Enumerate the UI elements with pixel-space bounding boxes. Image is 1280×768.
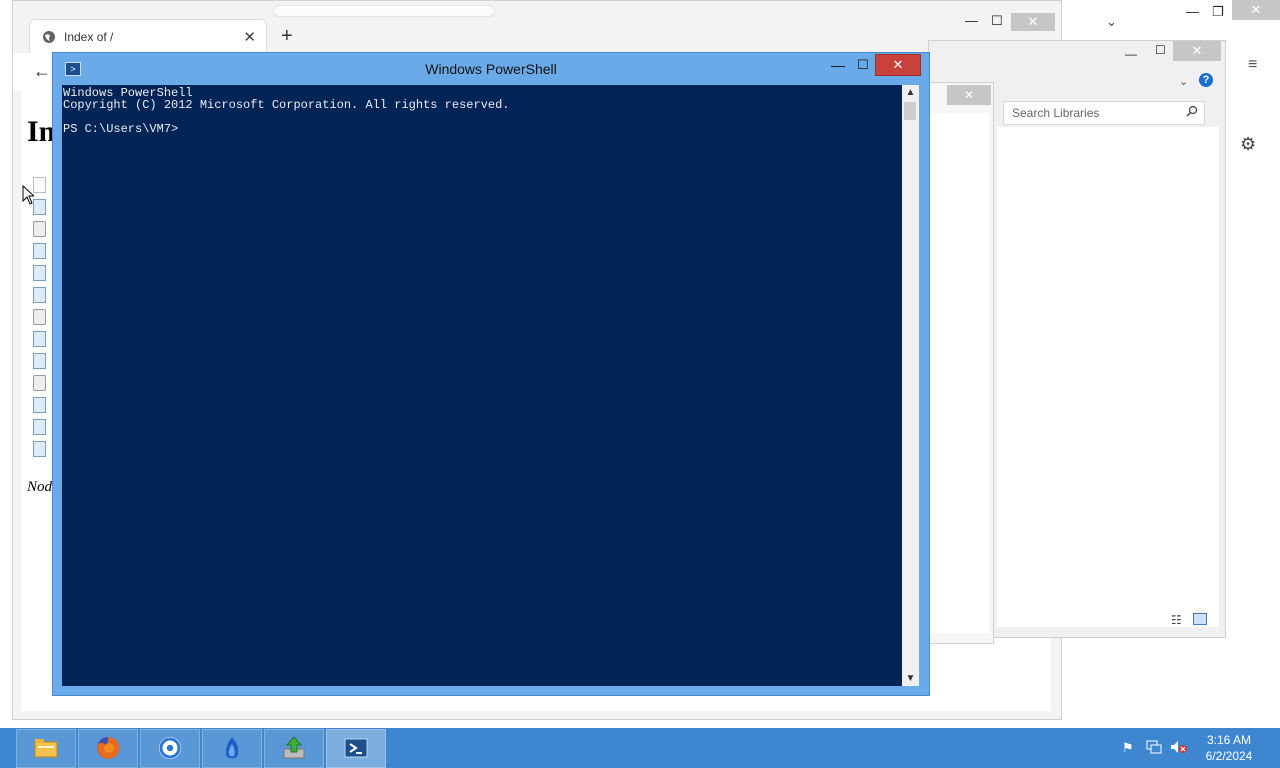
browser-close-button[interactable]: ✕ bbox=[1011, 13, 1055, 31]
file-icon[interactable] bbox=[33, 265, 46, 281]
taskbar-installer[interactable] bbox=[264, 729, 324, 768]
clock-date: 6/2/2024 bbox=[1205, 749, 1253, 763]
outer-close-button[interactable]: ✕ bbox=[1232, 0, 1280, 20]
vertical-scrollbar[interactable]: ▲ ▼ bbox=[902, 85, 919, 686]
system-clock[interactable]: 3:16 AM 6/2/2024 bbox=[1190, 732, 1268, 764]
volume-muted-icon[interactable] bbox=[1170, 740, 1188, 754]
background-window-content bbox=[929, 113, 989, 633]
file-icon[interactable] bbox=[33, 419, 46, 435]
close-button[interactable]: ✕ bbox=[875, 54, 921, 76]
libraries-close-button[interactable]: ✕ bbox=[1173, 41, 1221, 61]
file-icon[interactable] bbox=[33, 353, 46, 369]
search-icon bbox=[1186, 105, 1198, 117]
chevron-down-icon[interactable]: ⌄ bbox=[1106, 14, 1117, 30]
scroll-down-icon[interactable]: ▼ bbox=[902, 673, 919, 684]
background-window-close-button[interactable]: ✕ bbox=[947, 85, 991, 105]
taskbar: ⚑ 3:16 AM 6/2/2024 bbox=[0, 728, 1280, 768]
taskbar-chrome[interactable] bbox=[140, 729, 200, 768]
console-output: Windows PowerShell Copyright (C) 2012 Mi… bbox=[63, 86, 510, 136]
search-libraries-input[interactable]: Search Libraries bbox=[1003, 101, 1205, 125]
gear-file-icon[interactable] bbox=[33, 309, 46, 325]
globe-icon bbox=[43, 31, 55, 43]
taskbar-firefox[interactable] bbox=[78, 729, 138, 768]
file-icon[interactable] bbox=[33, 199, 46, 215]
powershell-window: > Windows PowerShell — ☐ ✕ Windows Power… bbox=[52, 52, 930, 696]
gear-file-icon[interactable] bbox=[33, 221, 46, 237]
large-icons-view-icon[interactable] bbox=[1193, 613, 1207, 625]
outer-maximize-button[interactable]: ❐ bbox=[1212, 4, 1224, 20]
network-icon[interactable] bbox=[1146, 740, 1162, 754]
action-center-flag-icon[interactable]: ⚑ bbox=[1122, 740, 1134, 756]
blue-flame-icon bbox=[225, 737, 239, 759]
page-footer: Nod bbox=[27, 479, 53, 495]
back-button[interactable]: ← bbox=[33, 61, 51, 82]
gear-icon[interactable]: ⚙ bbox=[1240, 134, 1256, 155]
scrollbar-thumb[interactable] bbox=[904, 102, 916, 120]
tab-index-of[interactable]: Index of / ✕ bbox=[29, 19, 267, 54]
console-area[interactable]: Windows PowerShell Copyright (C) 2012 Mi… bbox=[62, 85, 902, 686]
libraries-maximize-button[interactable]: ☐ bbox=[1155, 43, 1166, 57]
powershell-icon bbox=[344, 738, 368, 758]
ribbon-expand-icon[interactable]: ⌄ bbox=[1179, 75, 1188, 88]
file-icon[interactable] bbox=[33, 331, 46, 347]
help-icon[interactable]: ? bbox=[1199, 73, 1213, 87]
folder-icon bbox=[34, 739, 58, 758]
file-icon[interactable] bbox=[33, 287, 46, 303]
menu-icon[interactable]: ≡ bbox=[1248, 56, 1257, 74]
green-arrow-icon bbox=[283, 736, 305, 759]
libraries-content bbox=[997, 127, 1219, 627]
maximize-button[interactable]: ☐ bbox=[857, 57, 869, 73]
file-icon[interactable] bbox=[33, 441, 46, 457]
file-icon[interactable] bbox=[33, 397, 46, 413]
taskbar-app[interactable] bbox=[202, 729, 262, 768]
clock-time: 3:16 AM bbox=[1206, 733, 1252, 747]
taskbar-file-explorer[interactable] bbox=[16, 729, 76, 768]
taskbar-powershell[interactable] bbox=[326, 729, 386, 768]
libraries-minimize-button[interactable]: — bbox=[1125, 47, 1137, 61]
browser-maximize-button[interactable]: ☐ bbox=[991, 13, 1003, 29]
background-tab[interactable] bbox=[273, 5, 495, 17]
details-view-icon[interactable]: ☷ bbox=[1171, 613, 1182, 627]
file-icon[interactable] bbox=[33, 177, 46, 193]
outer-minimize-button[interactable]: — bbox=[1186, 4, 1199, 19]
minimize-button[interactable]: — bbox=[831, 57, 845, 73]
tab-title: Index of / bbox=[64, 30, 114, 44]
chrome-icon bbox=[159, 737, 181, 759]
firefox-icon bbox=[97, 736, 120, 759]
gear-file-icon[interactable] bbox=[33, 375, 46, 391]
tab-close-button[interactable]: ✕ bbox=[243, 28, 256, 46]
new-tab-button[interactable]: + bbox=[281, 25, 293, 48]
background-window: ✕ bbox=[928, 82, 994, 644]
file-icon[interactable] bbox=[33, 243, 46, 259]
window-title: Windows PowerShell bbox=[425, 61, 557, 77]
mouse-cursor-icon bbox=[22, 185, 34, 205]
search-placeholder: Search Libraries bbox=[1012, 106, 1100, 120]
browser-minimize-button[interactable]: — bbox=[965, 13, 978, 28]
scroll-up-icon[interactable]: ▲ bbox=[902, 87, 919, 98]
